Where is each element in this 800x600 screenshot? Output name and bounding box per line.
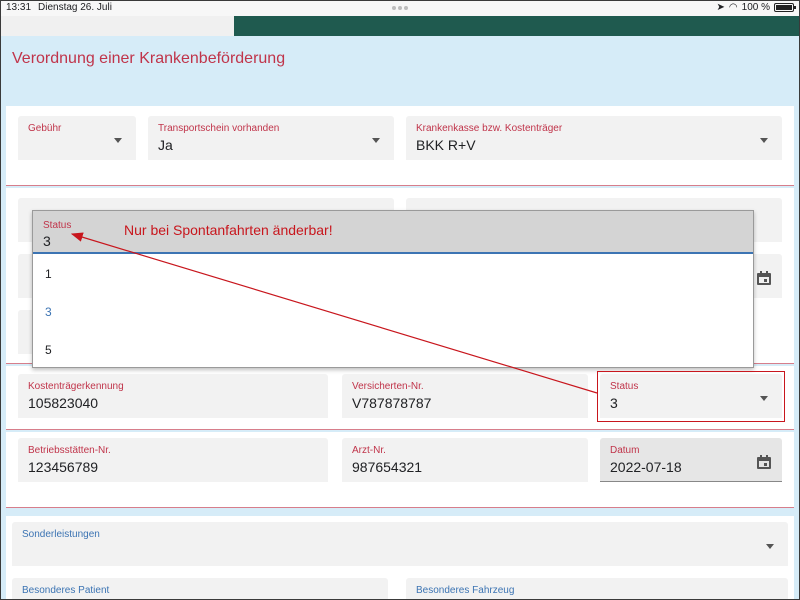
- status-dropdown-label: Status: [43, 220, 72, 231]
- status-dropdown-value: 3: [43, 233, 51, 249]
- besonderes-fahrzeug-select[interactable]: Besonderes Fahrzeug: [406, 578, 788, 600]
- status-date: Dienstag 26. Juli: [38, 2, 112, 13]
- transportschein-value: Ja: [158, 137, 173, 153]
- betriebsstaetten-nr-field[interactable]: Betriebsstätten-Nr. 123456789: [18, 438, 328, 482]
- besonderes-patient-label: Besonderes Patient: [22, 585, 110, 596]
- app-header-dark: [234, 16, 800, 36]
- transportschein-select[interactable]: Transportschein vorhanden Ja: [148, 116, 394, 160]
- calendar-icon[interactable]: [756, 454, 772, 470]
- sonderleistungen-select[interactable]: Sonderleistungen: [12, 522, 788, 566]
- krankenkasse-select[interactable]: Krankenkasse bzw. Kostenträger BKK R+V: [406, 116, 782, 160]
- calendar-icon[interactable]: [756, 270, 772, 286]
- status-option-5[interactable]: 5: [45, 343, 52, 357]
- multitask-dots[interactable]: [392, 6, 408, 10]
- chevron-down-icon: [760, 138, 768, 143]
- datum-label: Datum: [610, 445, 640, 456]
- krankenkasse-value: BKK R+V: [416, 137, 476, 153]
- datum-field[interactable]: Datum 2022-07-18: [600, 438, 782, 482]
- status-option-1[interactable]: 1: [45, 267, 52, 281]
- app-header-background: [0, 16, 800, 36]
- datum-value: 2022-07-18: [610, 459, 682, 475]
- arzt-nr-field[interactable]: Arzt-Nr. 987654321: [342, 438, 588, 482]
- status-option-3[interactable]: 3: [45, 305, 52, 319]
- versicherten-nr-value: V787878787: [352, 395, 432, 411]
- chevron-down-icon: [766, 544, 774, 549]
- battery-icon: [774, 3, 796, 12]
- section-sonderleistungen: Sonderleistungen Besonderes Patient Beso…: [6, 516, 794, 600]
- betriebsstaetten-nr-label: Betriebsstätten-Nr.: [28, 445, 111, 456]
- wifi-icon: ◠: [728, 2, 738, 13]
- besonderes-fahrzeug-label: Besonderes Fahrzeug: [416, 585, 515, 596]
- kostentraegerkennung-label: Kostenträgerkennung: [28, 381, 124, 392]
- gebuehr-label: Gebühr: [28, 123, 62, 134]
- battery-percent: 100 %: [741, 2, 770, 13]
- chevron-down-icon: [372, 138, 380, 143]
- ios-status-bar: 13:31 Dienstag 26. Juli ➤ ◠ 100 %: [0, 0, 800, 16]
- besonderes-patient-select[interactable]: Besonderes Patient: [12, 578, 388, 600]
- versicherten-nr-label: Versicherten-Nr.: [352, 381, 424, 392]
- krankenkasse-label: Krankenkasse bzw. Kostenträger: [416, 123, 563, 134]
- annotation-highlight-box: [597, 371, 785, 422]
- gebuehr-select[interactable]: Gebühr: [18, 116, 136, 160]
- location-icon: ➤: [716, 2, 725, 13]
- transportschein-label: Transportschein vorhanden: [158, 123, 280, 134]
- kostentraegerkennung-value: 105823040: [28, 395, 99, 411]
- chevron-down-icon: [114, 138, 122, 143]
- status-time: 13:31: [6, 2, 32, 13]
- versicherten-nr-field[interactable]: Versicherten-Nr. V787878787: [342, 374, 588, 418]
- kostentraegerkennung-field[interactable]: Kostenträgerkennung 105823040: [18, 374, 328, 418]
- arzt-nr-value: 987654321: [352, 459, 423, 475]
- sonderleistungen-label: Sonderleistungen: [22, 529, 100, 540]
- dialog-title: Verordnung einer Krankenbeförderung: [12, 50, 286, 67]
- section-kostentraeger: Gebühr Transportschein vorhanden Ja Kran…: [6, 106, 794, 186]
- arzt-nr-label: Arzt-Nr.: [352, 445, 386, 456]
- annotation-text: Nur bei Spontanfahrten änderbar!: [124, 222, 333, 238]
- section-arzt: Betriebsstätten-Nr. 123456789 Arzt-Nr. 9…: [6, 432, 794, 508]
- betriebsstaetten-nr-value: 123456789: [28, 459, 99, 475]
